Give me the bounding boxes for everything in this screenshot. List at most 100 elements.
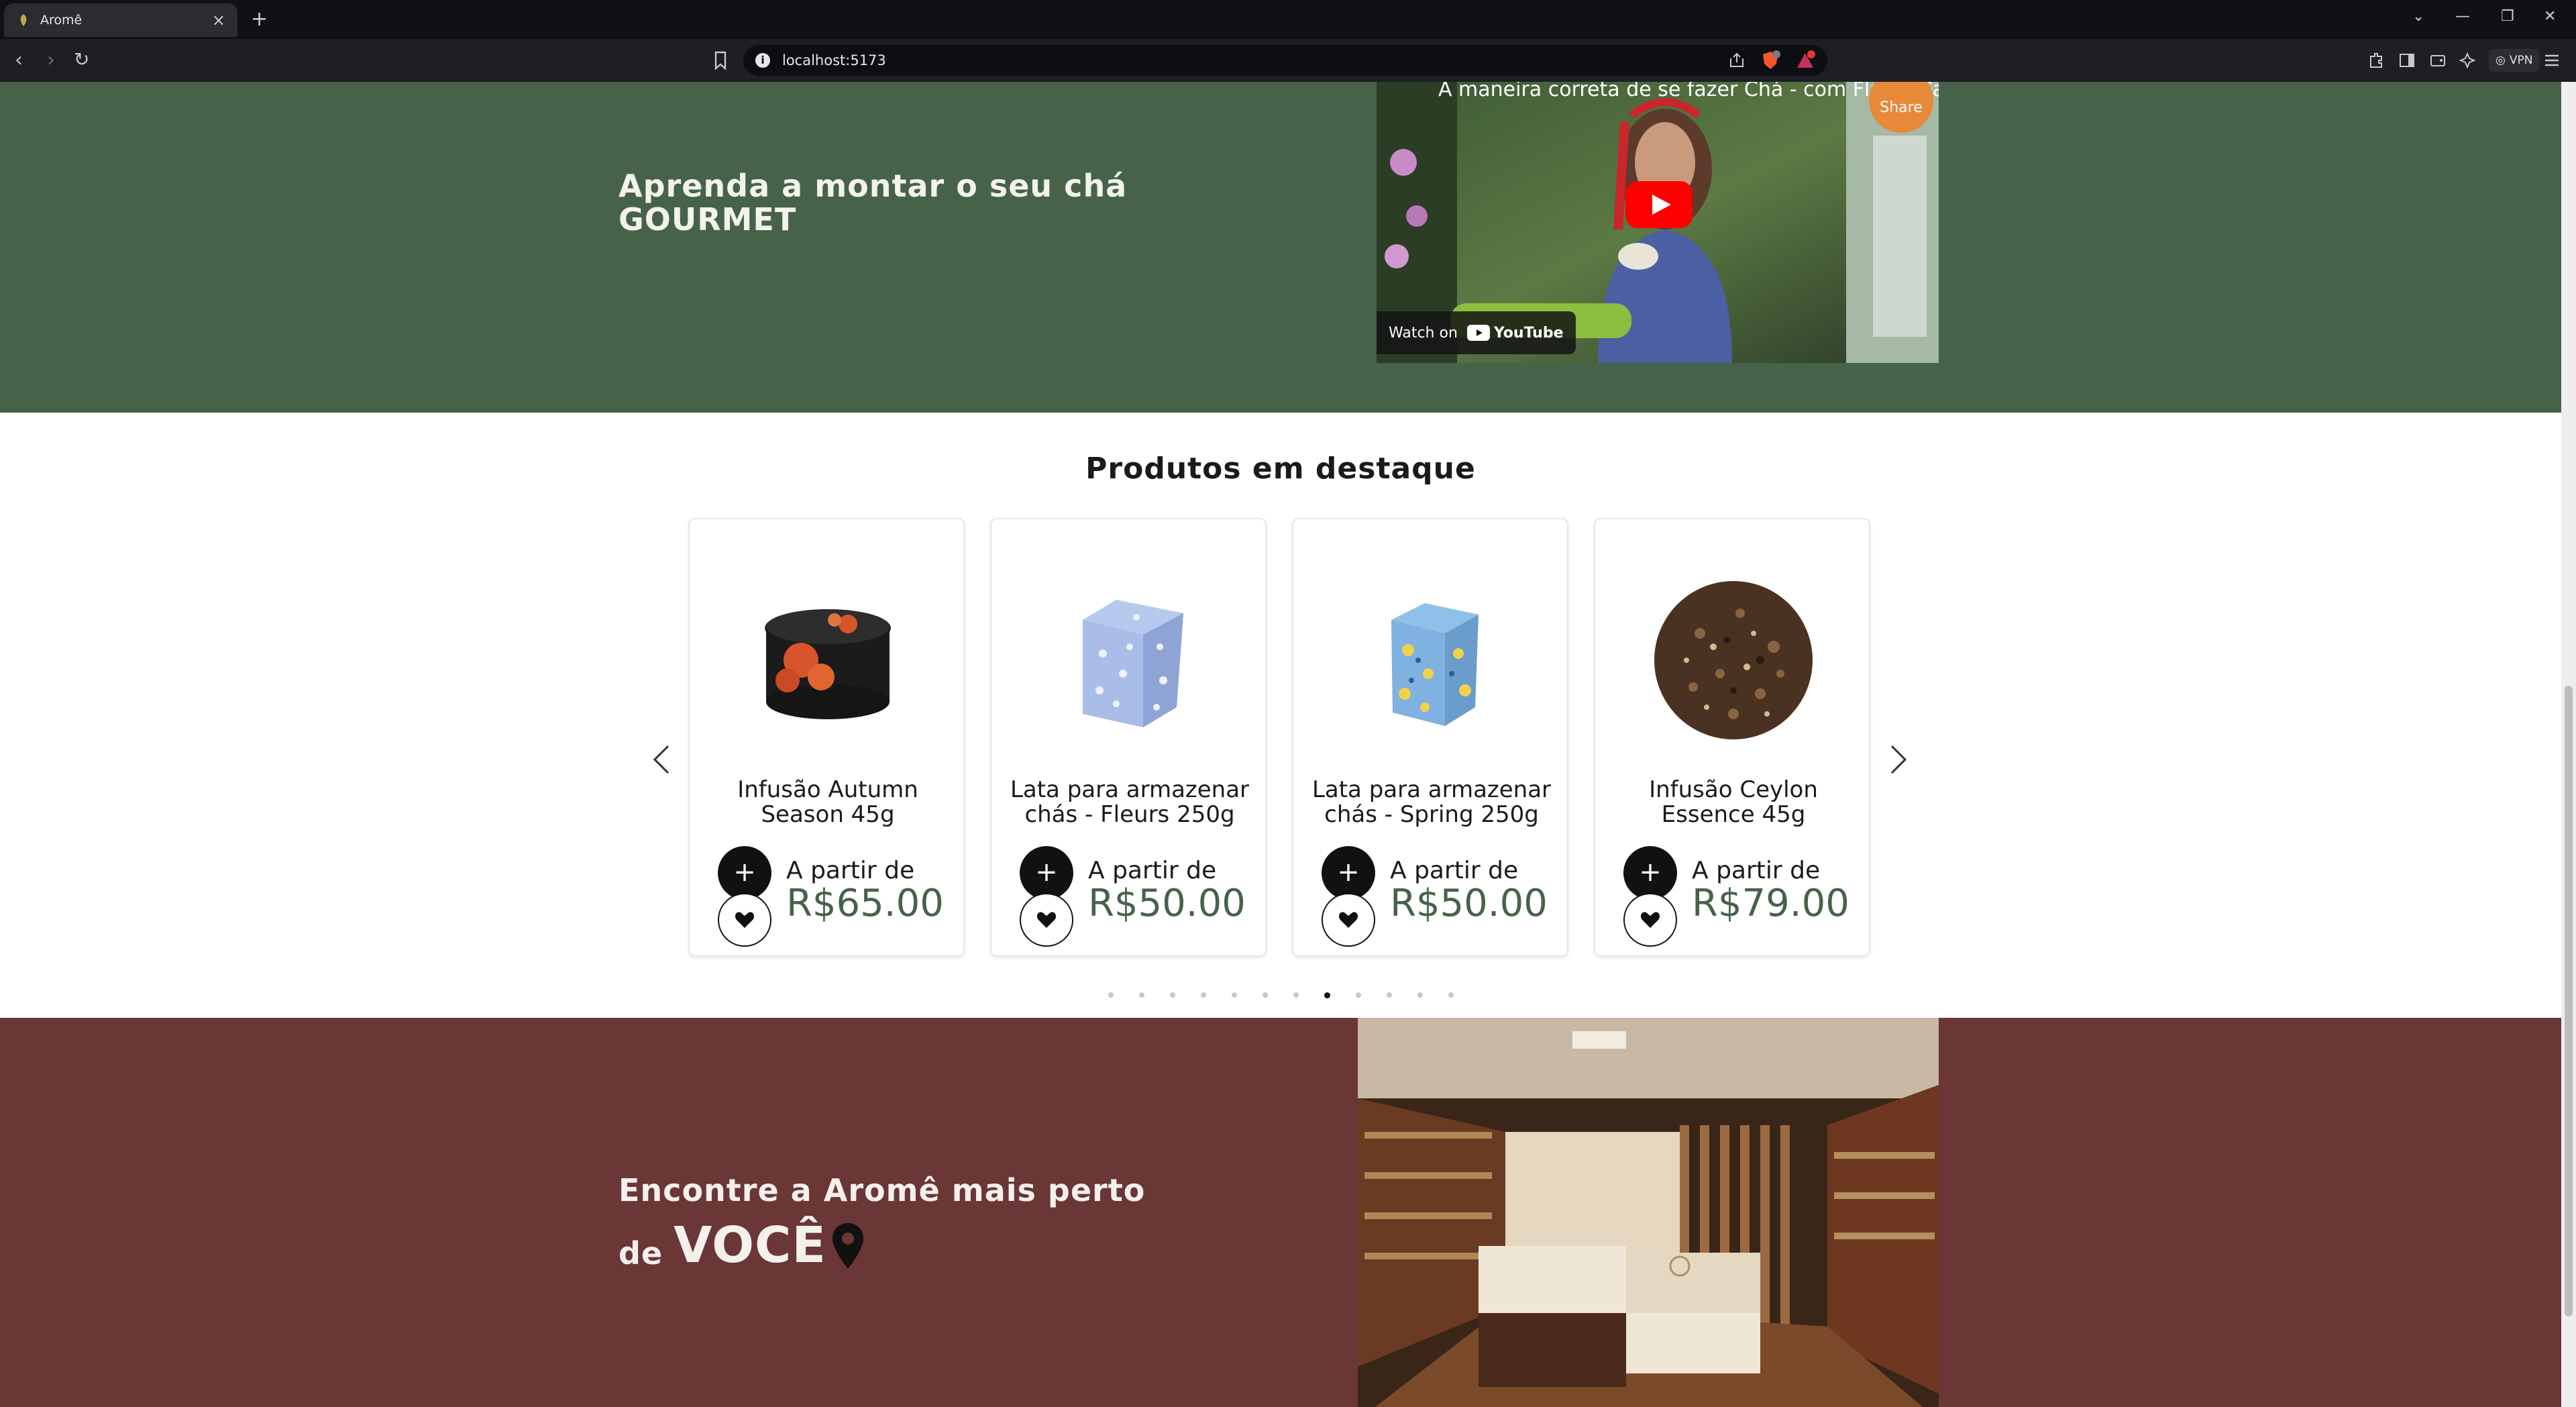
reload-icon[interactable]: ↻	[74, 48, 89, 70]
tab-search-icon[interactable]: ⌄	[2412, 8, 2424, 25]
brave-rewards-icon[interactable]	[1795, 50, 1815, 70]
store-locator-section: Encontre a Aromê mais perto de VOCÊ	[0, 1018, 2561, 1407]
minimize-icon[interactable]: —	[2455, 8, 2470, 25]
close-window-icon[interactable]: ✕	[2544, 8, 2556, 25]
vpn-globe-icon: ◎	[2496, 54, 2506, 67]
sidebar-icon[interactable]	[2398, 51, 2416, 70]
carousel-dot[interactable]	[1355, 992, 1361, 998]
learn-title-line1: Aprenda a montar o seu chá	[619, 168, 1128, 204]
product-image-tin-spring[interactable]	[1344, 573, 1519, 747]
youtube-logo-icon	[1466, 325, 1490, 341]
carousel-dot[interactable]	[1386, 992, 1392, 998]
carousel-pagination	[0, 992, 2561, 998]
aromee-favicon-icon	[20, 14, 27, 26]
heart-icon	[1640, 912, 1660, 928]
learn-section: Aprenda a montar o seu chá GOURMET A man…	[0, 82, 2561, 413]
tab-title: Aromê	[40, 13, 83, 28]
youtube-play-icon[interactable]	[1625, 181, 1693, 228]
carousel-dot[interactable]	[1169, 992, 1175, 998]
price-from-label: A partir de	[1692, 857, 1821, 884]
product-name[interactable]: Infusão Ceylon Essence 45g	[1609, 778, 1858, 827]
price-from-label: A partir de	[1088, 857, 1217, 884]
youtube-video-embed[interactable]: A maneira correta de se fazer Chá - com …	[1377, 82, 1939, 363]
product-price: R$79.00	[1692, 882, 1849, 925]
product-card[interactable]: Lata para armazenar chás - Fleurs 250g +…	[990, 518, 1267, 957]
product-name[interactable]: Lata para armazenar chás - Spring 250g	[1307, 778, 1556, 827]
extensions-icon[interactable]	[2367, 51, 2385, 70]
add-to-cart-button[interactable]: +	[1623, 846, 1677, 900]
product-card[interactable]: Infusão Autumn Season 45g + A partir de …	[688, 518, 965, 957]
store-title-line1: Encontre a Aromê mais perto	[619, 1172, 1146, 1208]
store-title-emphasis: VOCÊ	[674, 1216, 826, 1274]
product-card[interactable]: Infusão Ceylon Essence 45g + A partir de…	[1594, 518, 1870, 957]
product-card[interactable]: Lata para armazenar chás - Spring 250g +…	[1292, 518, 1568, 957]
browser-toolbar: ‹ › ↻ i localhost:5173 ◎ VPN	[0, 39, 2576, 82]
video-title[interactable]: A maneira correta de se fazer Chá - com …	[1438, 82, 1939, 101]
close-tab-icon[interactable]: ×	[212, 11, 225, 30]
share-label: Share	[1880, 99, 1923, 116]
price-from-label: A partir de	[786, 857, 915, 884]
learn-title: Aprenda a montar o seu chá GOURMET	[619, 169, 1127, 236]
favorite-button[interactable]	[718, 893, 771, 947]
carousel-dot[interactable]	[1448, 992, 1454, 998]
carousel-dot[interactable]	[1108, 992, 1114, 998]
scrollbar-thumb[interactable]	[2565, 686, 2573, 1316]
watch-on-youtube-link[interactable]: Watch on YouTube	[1377, 311, 1576, 354]
add-to-cart-button[interactable]: +	[1020, 846, 1073, 900]
favorite-button[interactable]	[1020, 893, 1073, 947]
vpn-button[interactable]: ◎ VPN	[2489, 49, 2540, 72]
store-title-prefix: de	[619, 1235, 663, 1271]
carousel-next-icon[interactable]	[1885, 738, 1912, 781]
heart-icon	[735, 912, 755, 928]
product-price: R$65.00	[786, 882, 944, 925]
store-interior-image	[1358, 1018, 1939, 1407]
favorite-button[interactable]	[1623, 893, 1677, 947]
browser-tab-bar: Aromê × + ⌄ — ❐ ✕	[0, 0, 2576, 39]
address-bar[interactable]: i localhost:5173	[743, 45, 1827, 76]
carousel-dot[interactable]	[1324, 992, 1330, 998]
favorite-button[interactable]	[1322, 893, 1375, 947]
forward-icon[interactable]: ›	[47, 48, 55, 72]
share-icon[interactable]	[1728, 52, 1746, 69]
leo-ai-icon[interactable]	[2458, 51, 2477, 70]
carousel-dot[interactable]	[1200, 992, 1206, 998]
heart-icon	[1338, 912, 1358, 928]
product-image-tin-autumn[interactable]	[741, 573, 915, 747]
browser-tab[interactable]: Aromê ×	[4, 3, 237, 37]
heart-icon	[1036, 912, 1057, 928]
product-price: R$50.00	[1088, 882, 1246, 925]
carousel-dot[interactable]	[1417, 992, 1423, 998]
carousel-dot[interactable]	[1138, 992, 1144, 998]
product-image-loose-tea[interactable]	[1646, 573, 1821, 747]
brave-shields-icon[interactable]	[1760, 50, 1780, 70]
price-from-label: A partir de	[1390, 857, 1519, 884]
featured-products-section: Produtos em destaque Infusão Autumn Seas…	[0, 413, 2561, 1033]
product-name[interactable]: Lata para armazenar chás - Fleurs 250g	[1005, 778, 1254, 827]
product-name[interactable]: Infusão Autumn Season 45g	[703, 778, 953, 827]
add-to-cart-button[interactable]: +	[718, 846, 771, 900]
restore-icon[interactable]: ❐	[2501, 8, 2514, 25]
wallet-icon[interactable]	[2428, 51, 2447, 70]
bookmark-icon[interactable]	[712, 50, 729, 71]
carousel-prev-icon[interactable]	[648, 738, 675, 781]
menu-icon[interactable]	[2542, 51, 2561, 70]
page-scrollbar[interactable]	[2561, 82, 2576, 1407]
product-image-tin-fleurs[interactable]	[1042, 573, 1217, 747]
add-to-cart-button[interactable]: +	[1322, 846, 1375, 900]
new-tab-icon[interactable]: +	[251, 8, 268, 31]
carousel-dot[interactable]	[1262, 992, 1268, 998]
store-title-line2: de VOCÊ	[619, 1220, 1145, 1270]
vpn-label: VPN	[2509, 54, 2533, 67]
watch-on-label: Watch on	[1389, 324, 1458, 342]
carousel-dot[interactable]	[1231, 992, 1237, 998]
product-price: R$50.00	[1390, 882, 1548, 925]
featured-title: Produtos em destaque	[1085, 452, 1476, 486]
youtube-wordmark: YouTube	[1493, 324, 1564, 342]
store-title: Encontre a Aromê mais perto de VOCÊ	[619, 1174, 1145, 1270]
back-icon[interactable]: ‹	[15, 48, 23, 72]
site-info-icon[interactable]: i	[755, 53, 770, 68]
learn-title-line2: GOURMET	[619, 201, 797, 238]
url-text: localhost:5173	[782, 52, 886, 68]
page-viewport: Aprenda a montar o seu chá GOURMET A man…	[0, 82, 2561, 1407]
carousel-dot[interactable]	[1293, 992, 1299, 998]
